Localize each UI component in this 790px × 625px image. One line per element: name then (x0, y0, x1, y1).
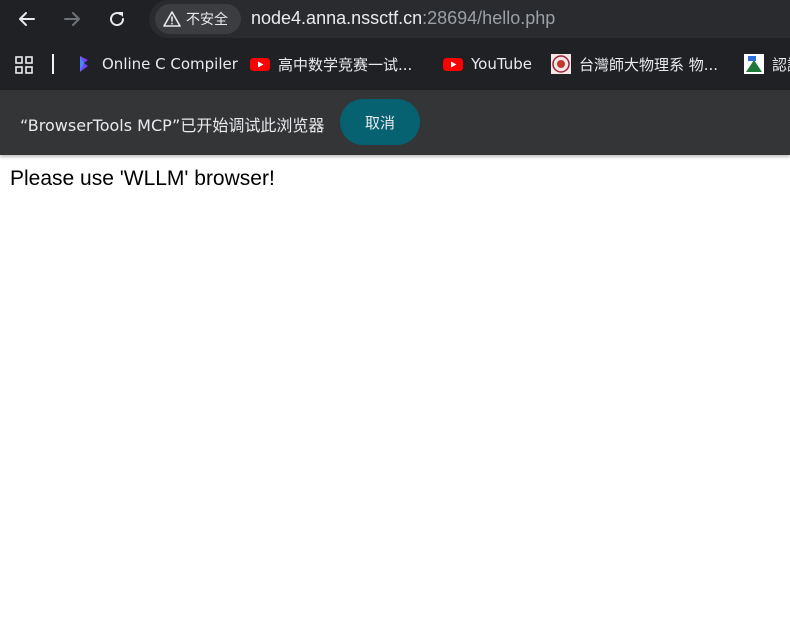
infobar-message: “BrowserTools MCP”已开始调试此浏览器 (20, 116, 325, 135)
bookmark-label: 認識 (772, 55, 790, 74)
youtube-icon (443, 58, 463, 71)
bookmark-label: 台灣師大物理系 物... (579, 55, 719, 74)
apps-grid-icon[interactable] (14, 55, 34, 75)
university-seal-icon (551, 54, 571, 74)
forward-button[interactable] (57, 4, 87, 34)
bookmark-youtube[interactable]: YouTube (443, 53, 532, 75)
bookmark-label: YouTube (471, 55, 532, 73)
reload-icon (110, 12, 125, 27)
url-text[interactable]: node4.anna.nssctf.cn:28694/hello.php (251, 8, 555, 29)
page-text: Please use 'WLLM' browser! (10, 167, 275, 190)
back-arrow-icon (19, 12, 35, 26)
back-button[interactable] (12, 4, 42, 34)
url-path: :28694/hello.php (422, 8, 556, 28)
bookmark-label: Online C Compiler (102, 55, 238, 73)
bookmark-site[interactable]: 認識 (744, 53, 790, 75)
security-label: 不安全 (186, 12, 228, 28)
bookmarks-separator (52, 54, 54, 74)
security-indicator[interactable]: 不安全 (155, 4, 241, 34)
site-icon (744, 54, 764, 74)
bookmark-ntnu-physics[interactable]: 台灣師大物理系 物... (551, 53, 718, 75)
url-host: node4.anna.nssctf.cn (251, 8, 423, 28)
warning-triangle-icon (163, 11, 181, 27)
bookmark-math-competition[interactable]: 高中数学竞赛一试... (250, 53, 412, 75)
youtube-icon (250, 58, 270, 71)
bookmark-label: 高中数学竞赛一试... (278, 55, 413, 74)
cancel-button[interactable]: 取消 (340, 99, 420, 145)
reload-button[interactable] (102, 4, 132, 34)
forward-arrow-icon (64, 12, 80, 26)
code-compiler-icon (80, 56, 88, 72)
bookmark-online-c-compiler[interactable]: Online C Compiler (74, 53, 238, 75)
